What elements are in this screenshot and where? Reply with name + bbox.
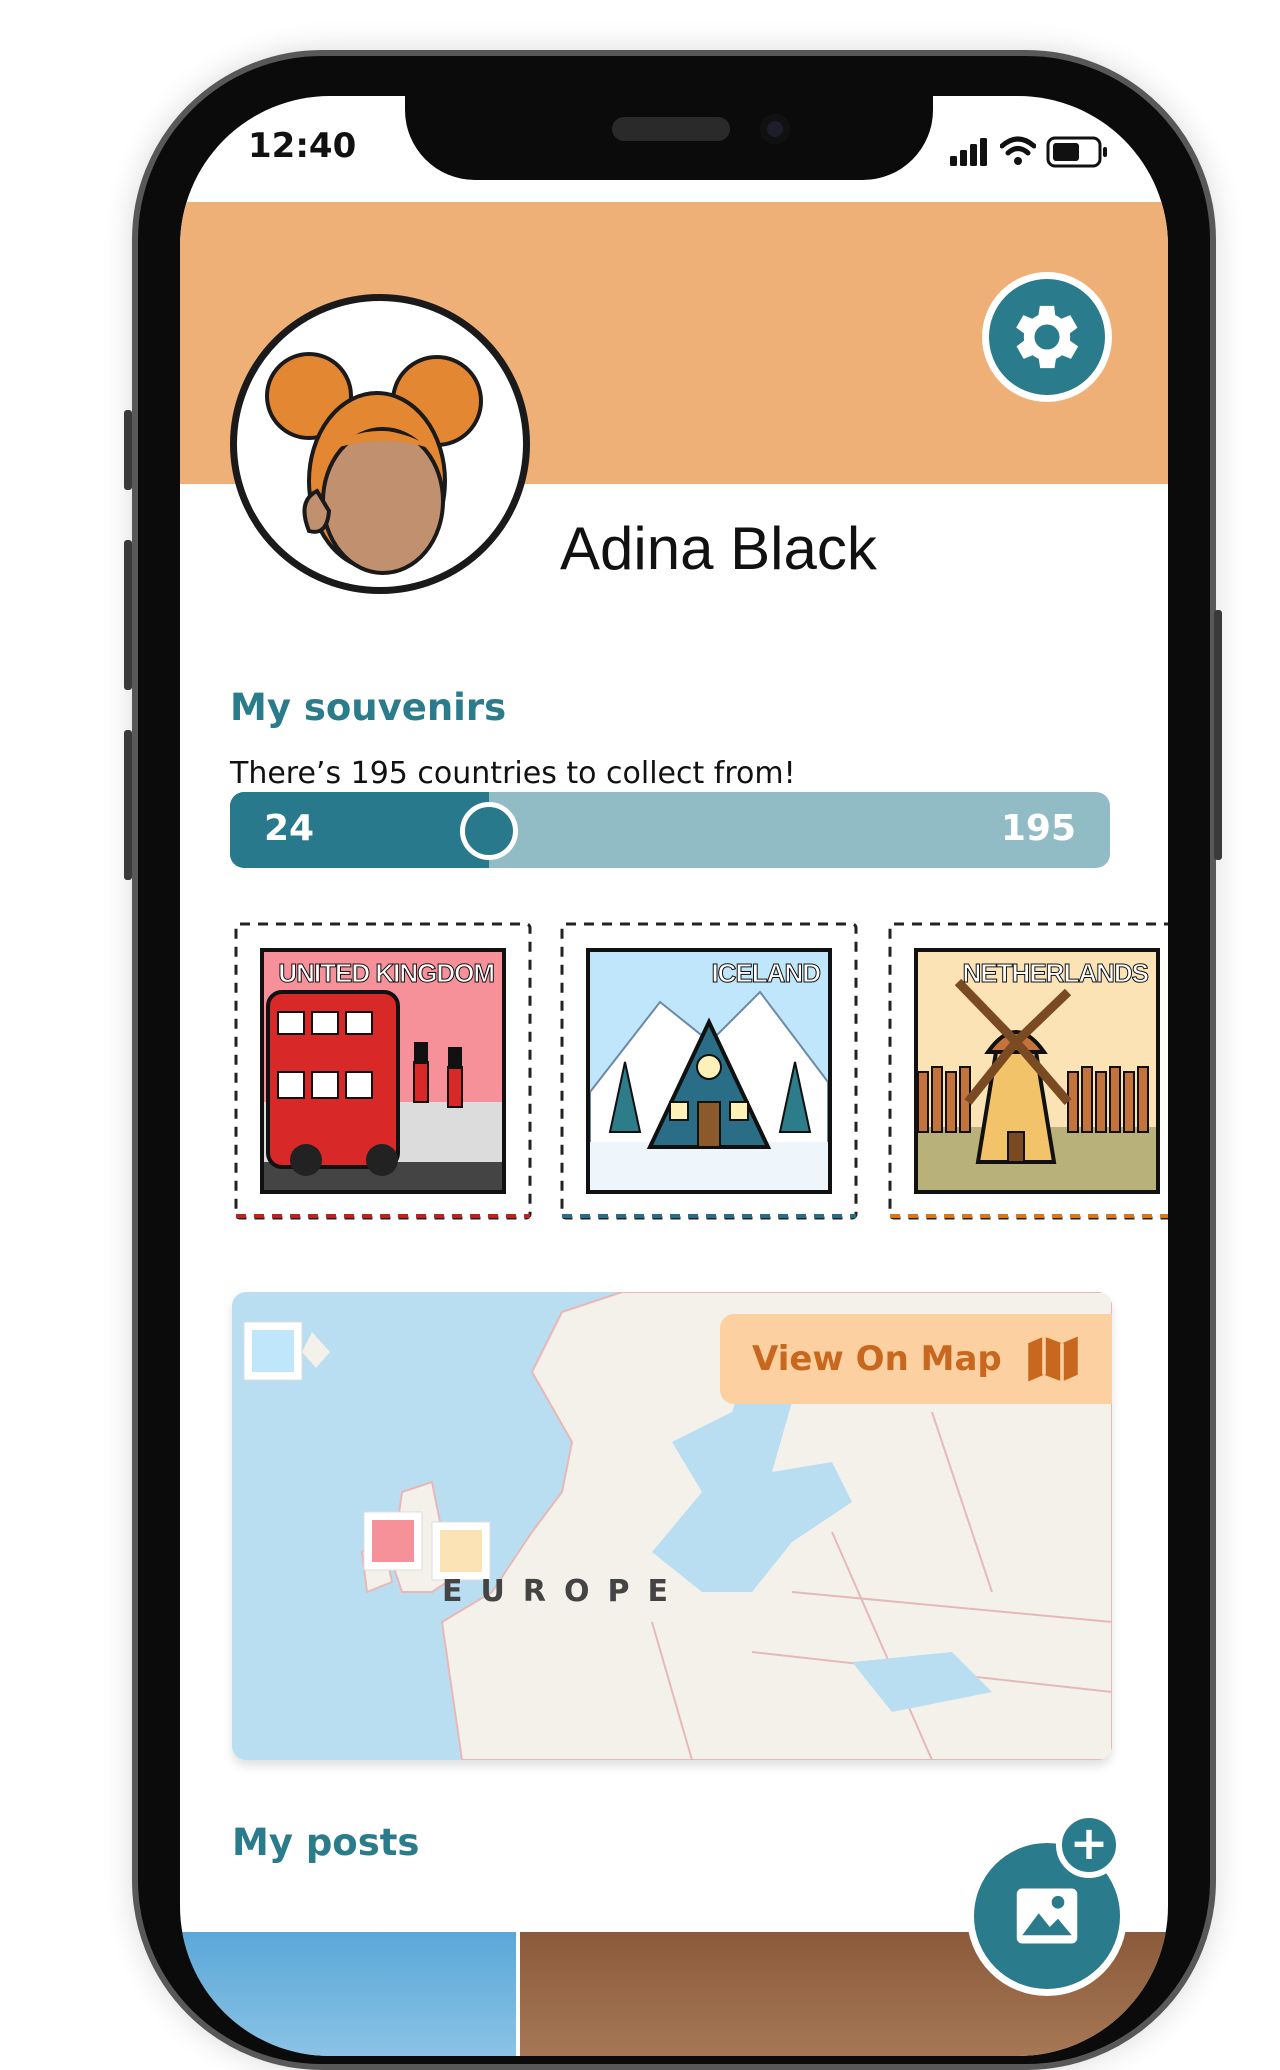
app-screen: Adina Black My souvenirs There’s 195 cou… [180, 96, 1168, 2056]
souvenir-map-card[interactable]: EUROPE View On Map [232, 1292, 1112, 1760]
progress-collected-count: 24 [264, 808, 315, 849]
souvenirs-subtitle: There’s 195 countries to collect from! [230, 756, 796, 791]
plus-icon: + [1056, 1812, 1122, 1878]
phone-volume-up [124, 540, 132, 690]
stamp-artwork: UNITED KINGDOM [260, 948, 506, 1194]
posts-heading: My posts [232, 1821, 420, 1864]
signal-icon [950, 138, 987, 166]
stamp-artwork: NETHERLANDS [914, 948, 1160, 1194]
souvenir-progress-bar: 24 195 [230, 792, 1110, 868]
map-stamp-netherlands [431, 1521, 491, 1581]
map-region-label: EUROPE [442, 1574, 686, 1609]
stamp-card[interactable]: NETHERLANDS [886, 920, 1168, 1222]
view-on-map-label: View On Map [752, 1339, 1002, 1379]
progress-knob [460, 802, 519, 860]
add-image-icon [1016, 1888, 1078, 1944]
phone-volume-down [124, 730, 132, 880]
stamp-country-label: ICELAND [711, 958, 822, 989]
stamp-country-label: UNITED KINGDOM [278, 958, 496, 989]
phone-speaker [612, 117, 730, 141]
souvenirs-heading: My souvenirs [230, 686, 507, 729]
profile-name: Adina Black [560, 515, 877, 582]
post-thumbnail[interactable] [180, 1932, 516, 2056]
phone-camera [760, 114, 790, 144]
progress-total-count: 195 [1000, 808, 1076, 849]
profile-avatar[interactable] [230, 294, 530, 594]
stamp-card[interactable]: UNITED KINGDOM [232, 920, 534, 1222]
battery-icon [1046, 136, 1107, 168]
view-on-map-button[interactable]: View On Map [720, 1314, 1112, 1404]
map-icon [1028, 1336, 1078, 1382]
phone-power-button [1214, 610, 1222, 860]
stamp-artwork: ICELAND [586, 948, 832, 1194]
status-time: 12:40 [248, 126, 357, 166]
avatar-illustration [265, 321, 523, 575]
stamp-country-label: NETHERLANDS [962, 958, 1149, 989]
settings-gear-icon [1016, 305, 1079, 369]
wifi-icon [1000, 136, 1036, 165]
phone-mute-switch [124, 410, 132, 490]
settings-button[interactable] [982, 272, 1112, 402]
stamp-card[interactable]: ICELAND [558, 920, 860, 1222]
map-stamp-uk [363, 1511, 423, 1571]
map-stamp-iceland [243, 1321, 303, 1381]
